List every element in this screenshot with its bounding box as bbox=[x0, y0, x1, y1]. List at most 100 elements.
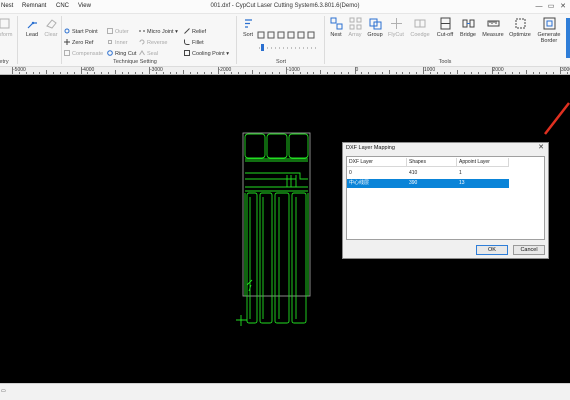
measure-button[interactable]: Measure bbox=[481, 17, 505, 38]
ruler-tick bbox=[251, 70, 253, 74]
status-bar: ▭ bbox=[0, 383, 570, 400]
lead-label: Lead bbox=[25, 32, 39, 38]
ruler-tick bbox=[196, 72, 198, 74]
ruler-tick bbox=[327, 72, 329, 74]
ruler-tick bbox=[368, 72, 370, 74]
ruler-tick bbox=[59, 72, 61, 74]
ruler-tick bbox=[546, 72, 548, 74]
ruler-tick-label: 3000 bbox=[561, 67, 570, 73]
ruler-tick bbox=[354, 67, 356, 74]
ruler-tick bbox=[46, 70, 48, 74]
optimize-icon bbox=[515, 18, 525, 29]
ruler-tick bbox=[66, 72, 68, 74]
micro-joint-button[interactable]: Micro Joint ▾ bbox=[139, 28, 178, 36]
geometry-group-label: etry bbox=[0, 59, 9, 65]
ruler-tick bbox=[80, 67, 82, 74]
layer-cell: 中心线层 bbox=[349, 180, 370, 186]
reverse-button[interactable]: Reverse bbox=[139, 39, 167, 47]
ribbon-scroll-edge bbox=[566, 18, 570, 58]
cut-off-button[interactable]: Cut-off bbox=[433, 17, 457, 38]
ruler-tick bbox=[53, 72, 55, 74]
ruler-tick bbox=[32, 72, 34, 74]
table-row[interactable]: 中心线层 390 13 bbox=[347, 179, 509, 188]
ruler-tick bbox=[258, 72, 260, 74]
ruler-tick bbox=[306, 72, 308, 74]
outer-button[interactable]: Outer bbox=[107, 28, 129, 36]
micro-joint-icon bbox=[139, 30, 145, 32]
cooling-point-button[interactable]: Cooling Point ▾ bbox=[184, 50, 229, 58]
origin-cursor bbox=[236, 315, 247, 326]
sort-direction-icons[interactable] bbox=[257, 31, 317, 39]
seal-button[interactable]: Seal bbox=[139, 50, 158, 58]
shapes-cell: 410 bbox=[409, 170, 418, 176]
appoint-layer-cell[interactable]: 1 bbox=[457, 169, 462, 178]
ruler-tick bbox=[12, 67, 13, 74]
minimize-button[interactable]: — bbox=[534, 2, 544, 11]
ruler-tick bbox=[450, 72, 452, 74]
ruler-tick bbox=[128, 72, 130, 74]
ruler-tick bbox=[505, 72, 507, 74]
annotation-arrow bbox=[544, 102, 570, 135]
appoint-layer-cell[interactable]: 13 bbox=[457, 179, 465, 188]
separator bbox=[61, 16, 62, 64]
generate-border-button[interactable]: Generate Border bbox=[534, 17, 564, 44]
ruler-tick bbox=[142, 72, 144, 74]
ruler-tick bbox=[114, 70, 116, 74]
separator bbox=[17, 16, 18, 64]
ring-cut-button[interactable]: Ring Cut bbox=[107, 50, 136, 58]
inner-button[interactable]: Inner bbox=[107, 39, 128, 47]
generate-border-label: Generate Border bbox=[537, 32, 561, 44]
ruler-tick bbox=[18, 72, 20, 74]
ruler-tick bbox=[409, 72, 411, 74]
start-point-button[interactable]: Start Point bbox=[64, 28, 98, 36]
group-label: Group bbox=[367, 32, 383, 38]
ruler-tick bbox=[244, 72, 246, 74]
ruler-tick bbox=[491, 67, 493, 74]
ok-button[interactable]: OK bbox=[476, 245, 508, 255]
ruler-tick bbox=[539, 72, 541, 74]
dialog-close-button[interactable]: ✕ bbox=[538, 143, 544, 151]
ruler-tick bbox=[162, 72, 164, 74]
ruler-tick bbox=[512, 72, 514, 74]
relief-button[interactable]: Relief bbox=[184, 28, 206, 36]
cancel-button[interactable]: Cancel bbox=[513, 245, 545, 255]
ruler-tick bbox=[375, 72, 377, 74]
ruler-tick bbox=[231, 72, 233, 74]
coedge-button[interactable]: Coedge bbox=[408, 17, 432, 38]
clear-label: Clear bbox=[44, 32, 58, 38]
ruler-tick bbox=[265, 72, 267, 74]
ruler-tick bbox=[525, 70, 527, 74]
window-title: 001.dxf - CypCut Laser Cutting System6.3… bbox=[210, 3, 360, 9]
eraser-icon bbox=[45, 19, 57, 29]
ruler-tick bbox=[477, 72, 479, 74]
fillet-button[interactable]: Fillet bbox=[184, 39, 204, 47]
transform-button[interactable]: nsform bbox=[0, 17, 16, 38]
sort-slider[interactable] bbox=[257, 43, 321, 51]
part-geometry[interactable] bbox=[242, 132, 311, 324]
column-header-dxf-layer[interactable]: DXF Layer bbox=[347, 158, 407, 167]
sort-icon bbox=[244, 19, 252, 28]
layer-table: DXF Layer Shapes Appoint Layer 0 410 1 中… bbox=[346, 156, 545, 240]
close-window-button[interactable]: ✕ bbox=[558, 2, 568, 11]
seal-icon bbox=[139, 50, 145, 56]
shapes-cell: 390 bbox=[409, 180, 418, 186]
compensate-button[interactable]: Compensate bbox=[64, 50, 103, 58]
maximize-button[interactable]: ▭ bbox=[546, 2, 556, 11]
sort-group-label: Sort bbox=[275, 59, 287, 65]
zero-ref-button[interactable]: Zero Ref bbox=[64, 39, 93, 47]
optimize-button[interactable]: Optimize bbox=[508, 17, 532, 38]
cut-off-icon bbox=[440, 17, 450, 30]
column-header-shapes[interactable]: Shapes bbox=[407, 158, 457, 167]
relief-icon bbox=[184, 28, 190, 34]
ruler-tick bbox=[155, 72, 157, 74]
column-header-appoint-layer[interactable]: Appoint Layer bbox=[457, 158, 509, 167]
ruler-tick bbox=[560, 67, 561, 74]
flycut-button[interactable]: FlyCut bbox=[384, 17, 408, 38]
ruler-tick bbox=[279, 72, 281, 74]
clear-button[interactable]: Clear bbox=[39, 17, 63, 38]
bridge-label: Bridge bbox=[460, 32, 476, 38]
outer-icon bbox=[107, 28, 113, 34]
table-row[interactable]: 0 410 1 bbox=[347, 169, 509, 178]
bridge-button[interactable]: Bridge bbox=[456, 17, 480, 38]
transform-icon bbox=[0, 18, 9, 29]
